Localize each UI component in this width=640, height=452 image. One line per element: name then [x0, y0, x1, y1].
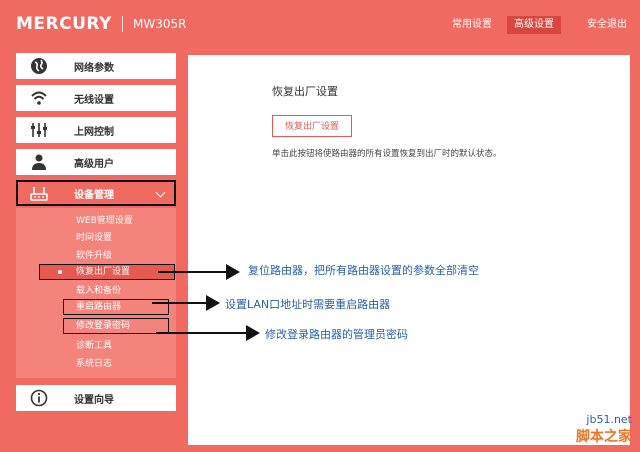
- sidebar-item-device-management[interactable]: 设备管理: [16, 180, 176, 206]
- info-icon: [30, 389, 48, 407]
- nav-common-settings[interactable]: 常用设置: [445, 16, 499, 34]
- annotation-arrow: [156, 325, 260, 341]
- nav-logout[interactable]: 安全退出: [580, 16, 634, 34]
- sidebar-item-setup-wizard[interactable]: 设置向导: [16, 385, 176, 411]
- submenu-system-log[interactable]: 系统日志: [76, 356, 112, 369]
- factory-reset-button[interactable]: 恢复出厂设置: [272, 115, 352, 137]
- page-title: 恢复出厂设置: [272, 85, 338, 98]
- chevron-down-icon: [155, 187, 166, 198]
- watermark-name: 脚本之家: [576, 429, 632, 445]
- sidebar-item-label: 上网控制: [74, 127, 114, 138]
- submenu-factory-reset[interactable]: 恢复出厂设置: [39, 264, 175, 280]
- sidebar-item-label: 高级用户: [74, 159, 114, 170]
- top-bar: MERCURY MW305R 常用设置 高级设置 安全退出: [0, 0, 640, 48]
- sidebar-item-label: 设置向导: [74, 395, 114, 406]
- nav-advanced-settings[interactable]: 高级设置: [507, 16, 561, 34]
- watermark-site: jb51.net: [586, 413, 632, 426]
- sidebar-item-advanced-users[interactable]: 高级用户: [16, 149, 176, 175]
- sidebar-item-label: 设备管理: [74, 190, 114, 201]
- wifi-icon: [31, 91, 47, 105]
- sidebar-item-label: 无线设置: [74, 95, 114, 106]
- brand-divider: [122, 16, 123, 32]
- annotation-change-password: 修改登录路由器的管理员密码: [265, 328, 408, 341]
- device-management-submenu: WEB管理设置 时间设置 软件升级 恢复出厂设置 载入和备份 重启路由器 修改登…: [16, 208, 176, 378]
- sidebar-item-internet-control[interactable]: 上网控制: [16, 117, 176, 143]
- submenu-firmware-upgrade[interactable]: 软件升级: [76, 248, 112, 261]
- annotation-arrow: [152, 295, 220, 311]
- sidebar-item-wireless[interactable]: 无线设置: [16, 85, 176, 111]
- brand-logo: MERCURY: [16, 14, 112, 34]
- reset-description: 单击此按钮将使路由器的所有设置恢复到出厂时的默认状态。: [272, 149, 502, 159]
- globe-icon: [31, 58, 47, 74]
- sidebar-item-label: 网络参数: [74, 63, 114, 74]
- content-panel: 恢复出厂设置 恢复出厂设置 单击此按钮将使路由器的所有设置恢复到出厂时的默认状态…: [188, 55, 630, 445]
- submenu-web-management[interactable]: WEB管理设置: [76, 213, 133, 226]
- sidebar-item-network[interactable]: 网络参数: [16, 53, 176, 79]
- submenu-diagnostics[interactable]: 诊断工具: [76, 338, 112, 351]
- user-icon: [32, 154, 46, 170]
- watermark: jb51.net 脚本之家: [576, 413, 632, 446]
- annotation-factory-reset: 复位路由器，把所有路由器设置的参数全部清空: [248, 264, 479, 277]
- submenu-change-password[interactable]: 修改登录密码: [63, 318, 169, 334]
- sliders-icon: [31, 123, 47, 137]
- annotation-arrow: [158, 264, 240, 280]
- submenu-time-settings[interactable]: 时间设置: [76, 230, 112, 243]
- router-icon: [30, 187, 48, 201]
- annotation-reboot: 设置LAN口地址时需要重启路由器: [225, 298, 391, 311]
- submenu-backup-restore[interactable]: 载入和备份: [76, 283, 121, 296]
- model-name: MW305R: [133, 17, 187, 31]
